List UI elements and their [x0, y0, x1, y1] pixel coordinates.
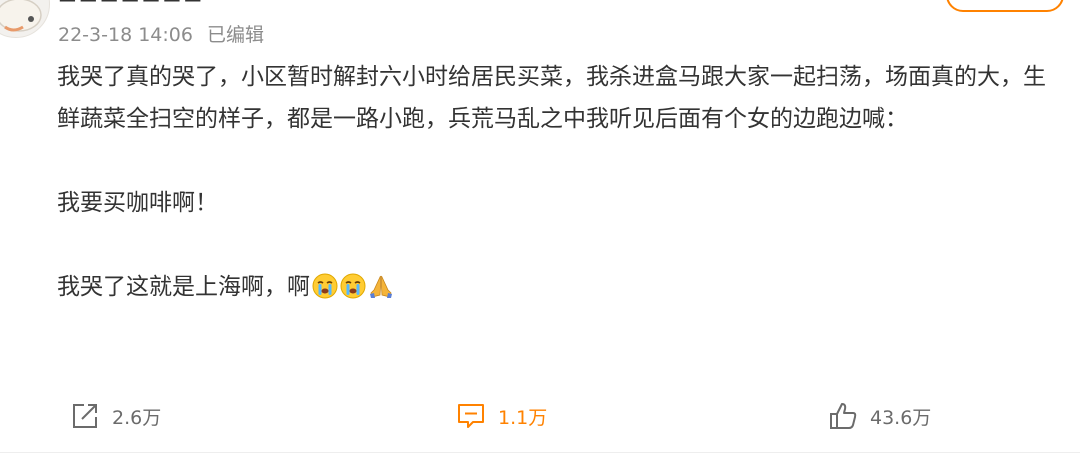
praying-hands-emoji-icon — [370, 275, 392, 298]
post-meta: 22-3-18 14:06 已编辑 — [58, 20, 264, 47]
post-paragraph-1: 我哭了真的哭了，小区暂时解封六小时给居民买菜，我杀进盒马跟大家一起扫荡，场面真的… — [57, 64, 1046, 132]
forward-count: 2.6万 — [112, 406, 162, 429]
comment-icon — [458, 404, 484, 428]
post-content: 我哭了真的哭了，小区暂时解封六小时给居民买菜，我杀进盒马跟大家一起扫荡，场面真的… — [57, 56, 1047, 308]
avatar[interactable] — [0, 0, 50, 38]
forward-button[interactable]: 2.6万 — [70, 393, 161, 439]
username-cropped[interactable]: ▬▬▬▬▬▬▬ — [58, 0, 268, 4]
share-icon — [73, 404, 97, 428]
like-count: 43.6万 — [870, 406, 932, 429]
avatar-image — [0, 0, 42, 32]
comment-button[interactable]: 1.1万 — [456, 393, 547, 439]
post-paragraph-3-text: 我哭了这就是上海啊，啊 — [57, 274, 310, 300]
post-action-bar: 2.6万 1.1万 43.6万 — [0, 393, 1080, 439]
edited-badge: 已编辑 — [206, 24, 264, 46]
follow-button[interactable] — [946, 0, 1064, 12]
post-timestamp[interactable]: 22-3-18 14:06 — [58, 24, 193, 46]
like-button[interactable]: 43.6万 — [828, 393, 931, 439]
divider — [0, 452, 1080, 453]
crying-face-emoji-icon — [340, 273, 366, 299]
crying-face-emoji-icon — [312, 273, 338, 299]
post-paragraph-3: 我哭了这就是上海啊，啊 — [57, 266, 1047, 308]
comment-count: 1.1万 — [498, 406, 548, 429]
post-paragraph-2: 我要买咖啡啊！ — [57, 190, 218, 216]
thumbs-up-icon — [830, 403, 857, 429]
